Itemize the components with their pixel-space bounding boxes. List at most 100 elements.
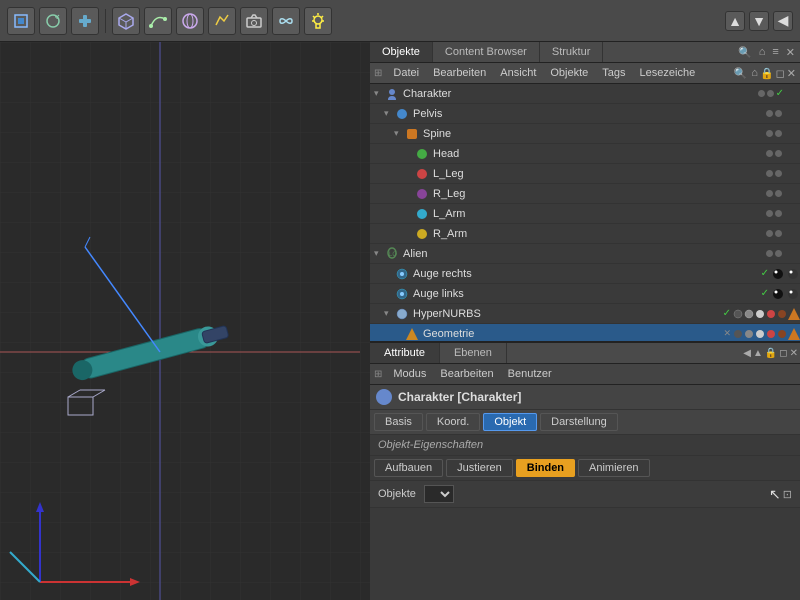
tree-item-r-leg[interactable]: ▸ R_Leg [370,184,800,204]
viewport-down-icon[interactable]: ▼ [749,11,769,31]
dot-ll2 [775,170,782,177]
head-icon [414,146,430,162]
attr-close-icon[interactable]: ✕ [790,348,798,359]
attr-arrow-left-icon[interactable]: ◀ [743,348,751,359]
attr-title: Charakter [Charakter] [398,390,521,404]
tree-item-auge-links[interactable]: ▸ Auge links ✓ [370,284,800,304]
panel-settings-icon[interactable]: ≡ [769,45,781,59]
infinity-icon[interactable] [272,7,300,35]
viewport-panel[interactable] [0,42,370,600]
dot-p1 [766,110,773,117]
attr-menu-bar: ⊞ Modus Bearbeiten Benutzer [370,364,800,385]
tree-label-rarm: R_Arm [433,228,766,240]
object-menu-bar: ⊞ Datei Bearbeiten Ansicht Objekte Tags … [370,63,800,84]
check-charakter: ✓ [776,88,784,99]
geometrie-icon [404,326,420,342]
tree-item-r-arm[interactable]: ▸ R_Arm [370,224,800,244]
obj-props-label: Objekt-Eigenschaften [370,435,800,456]
3d-viewport[interactable] [0,42,370,600]
expand-arrow-charakter: ▾ [374,88,384,99]
dot-ll1 [766,170,773,177]
menu-benutzer[interactable]: Benutzer [501,366,559,382]
dot-h1 [766,150,773,157]
attr-lock-icon[interactable]: 🔒 [765,348,777,359]
tree-item-charakter[interactable]: ▾ Charakter ✓ [370,84,800,104]
camera-icon[interactable] [240,7,268,35]
menu-datei[interactable]: Datei [386,65,426,81]
objekte-dropdown[interactable] [424,485,454,503]
tree-item-alien[interactable]: ▾ LO Alien [370,244,800,264]
tree-item-head[interactable]: ▸ Head [370,144,800,164]
expand-arrow-pelvis: ▾ [384,108,394,119]
tree-label-rleg: R_Leg [433,188,766,200]
search-icon[interactable]: 🔍 [735,45,755,60]
scale-icon[interactable] [71,7,99,35]
tab-attribute[interactable]: Attribute [370,343,440,363]
deform-icon[interactable] [208,7,236,35]
tree-item-spine[interactable]: ▾ Spine [370,124,800,144]
spline-icon[interactable] [144,7,172,35]
check-nurbs: ✓ [723,308,731,319]
dot-la1 [766,210,773,217]
tree-label-alien: Alien [403,248,766,260]
auge-rechts-icon [394,266,410,282]
bind-tab-aufbauen[interactable]: Aufbauen [374,459,443,477]
tree-item-hypernurbs[interactable]: ▾ HyperNURBS ✓ [370,304,800,324]
tree-item-l-leg[interactable]: ▸ L_Leg [370,164,800,184]
attr-expand-icon[interactable]: ◻ [779,348,787,359]
move-icon[interactable] [7,7,35,35]
charakter-icon [384,86,400,102]
object-tree[interactable]: ▾ Charakter ✓ ▾ Pel [370,84,800,341]
home-icon[interactable]: ⌂ [756,45,769,59]
nurbs-icon[interactable] [176,7,204,35]
separator-1 [105,9,106,33]
tree-item-auge-rechts[interactable]: ▸ Auge rechts ✓ [370,264,800,284]
dot-al2 [775,250,782,257]
rotate-icon[interactable] [39,7,67,35]
dot-s1 [766,130,773,137]
bind-tab-animieren[interactable]: Animieren [578,459,650,477]
attr-menu-grip: ⊞ [374,369,382,380]
bind-tab-justieren[interactable]: Justieren [446,459,513,477]
light-icon[interactable] [304,7,332,35]
menu-bearbeiten-attr[interactable]: Bearbeiten [433,366,500,382]
panel-close-icon[interactable]: ✕ [783,45,798,60]
menu-objekte[interactable]: Objekte [543,65,595,81]
filter-icon[interactable]: ⌂ [751,67,758,79]
search-obj-icon[interactable]: 🔍 [734,67,748,80]
tab-ebenen[interactable]: Ebenen [440,343,507,363]
tree-item-geometrie[interactable]: ▸ Geometrie ✕ [370,324,800,341]
menu-lesezeiche[interactable]: Lesezeiche [633,65,703,81]
tab-content-browser[interactable]: Content Browser [433,42,540,62]
alien-icon: LO [384,246,400,262]
tab-struktur[interactable]: Struktur [540,42,604,62]
subtab-koord[interactable]: Koord. [426,413,480,431]
bind-tab-binden[interactable]: Binden [516,459,575,477]
tree-item-pelvis[interactable]: ▾ Pelvis [370,104,800,124]
menu-bearbeiten[interactable]: Bearbeiten [426,65,493,81]
lock-obj-icon[interactable]: 🔒 [760,67,774,80]
close-obj-icon[interactable]: ✕ [787,67,796,80]
viewport-up-icon[interactable]: ▲ [725,11,745,31]
objekte-label: Objekte [378,488,416,500]
dot2 [767,90,774,97]
subtab-darstellung[interactable]: Darstellung [540,413,618,431]
menu-modus[interactable]: Modus [386,366,433,382]
cube-icon[interactable] [112,7,140,35]
subtab-basis[interactable]: Basis [374,413,423,431]
menu-tags[interactable]: Tags [595,65,632,81]
tab-objekte[interactable]: Objekte [370,42,433,62]
expand-obj-icon[interactable]: ◻ [776,67,785,80]
menu-ansicht[interactable]: Ansicht [493,65,543,81]
tree-item-l-arm[interactable]: ▸ L_Arm [370,204,800,224]
tree-label-hypernurbs: HyperNURBS [413,308,719,320]
attr-arrow-up-icon[interactable]: ▲ [753,348,763,359]
pelvis-icon [394,106,410,122]
subtab-objekt[interactable]: Objekt [483,413,537,431]
expand-arrow-spine: ▾ [394,128,404,139]
dot-p2 [775,110,782,117]
hypernurbs-icon [394,306,410,322]
dot-al1 [766,250,773,257]
dot-la2 [775,210,782,217]
viewport-left-icon[interactable]: ◀ [773,11,793,31]
